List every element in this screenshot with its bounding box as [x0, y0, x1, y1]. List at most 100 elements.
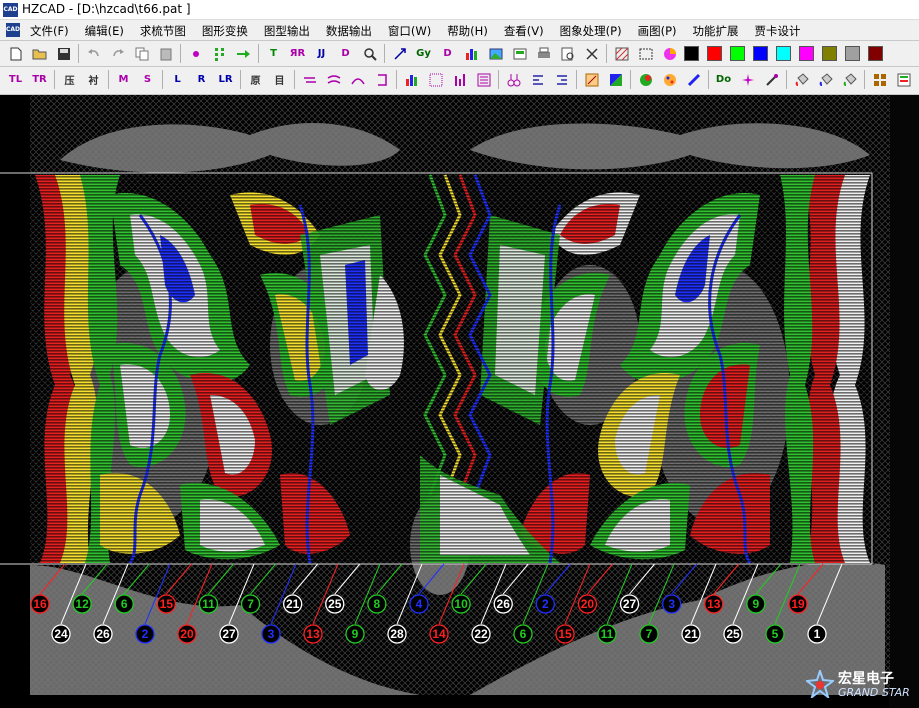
- tl-icon[interactable]: TL: [6, 70, 25, 89]
- m-icon[interactable]: M: [114, 70, 133, 89]
- pattern-icon[interactable]: [612, 44, 631, 63]
- fill-icon[interactable]: [684, 70, 703, 89]
- guide-number-bottom: 26: [96, 627, 110, 641]
- undo-icon[interactable]: [84, 44, 103, 63]
- open-folder-icon[interactable]: [30, 44, 49, 63]
- bucket-all-icon[interactable]: [840, 70, 859, 89]
- r-icon[interactable]: R: [192, 70, 211, 89]
- press-button[interactable]: 压: [60, 70, 79, 89]
- dotted-grid-icon[interactable]: [426, 70, 445, 89]
- menu-window[interactable]: 窗口(W): [388, 23, 431, 39]
- palette-icon[interactable]: [660, 70, 679, 89]
- menu-transform[interactable]: 图形变换: [202, 23, 248, 39]
- original-button[interactable]: 原: [246, 70, 265, 89]
- dot-icon[interactable]: [186, 44, 205, 63]
- menu-view[interactable]: 查看(V): [504, 23, 544, 39]
- s-icon[interactable]: S: [138, 70, 157, 89]
- color-swatch-cyan[interactable]: [776, 46, 791, 61]
- do-icon[interactable]: Do: [714, 70, 733, 89]
- print-icon[interactable]: [534, 44, 553, 63]
- copy-icon[interactable]: [132, 44, 151, 63]
- guide-number-top: 13: [707, 597, 721, 611]
- target-button[interactable]: 目: [270, 70, 289, 89]
- tile-icon[interactable]: [870, 70, 889, 89]
- lr-icon[interactable]: LR: [216, 70, 235, 89]
- sheet-icon[interactable]: [894, 70, 913, 89]
- menu-draw[interactable]: 画图(P): [638, 23, 677, 39]
- grand-star-logo: 宏星电子 GRAND STAR: [806, 668, 914, 704]
- guide-number-top: 27: [623, 597, 637, 611]
- tr-icon[interactable]: TR: [30, 70, 49, 89]
- paste-icon[interactable]: [156, 44, 175, 63]
- menu-help[interactable]: 帮助(H): [447, 23, 488, 39]
- system-menu-icon[interactable]: CAD: [6, 23, 20, 37]
- output-icon[interactable]: [510, 44, 529, 63]
- separator: [294, 70, 295, 89]
- color-swatch-green[interactable]: [730, 46, 745, 61]
- shift-arrow-icon[interactable]: [234, 44, 253, 63]
- dd-icon[interactable]: D: [336, 44, 355, 63]
- rr-icon[interactable]: ЯR: [288, 44, 307, 63]
- color-wheel-icon[interactable]: [660, 44, 679, 63]
- curve-icon[interactable]: [348, 70, 367, 89]
- redo-icon[interactable]: [108, 44, 127, 63]
- color-swatch-olive[interactable]: [822, 46, 837, 61]
- fit-icon[interactable]: [582, 44, 601, 63]
- register-icon[interactable]: [474, 70, 493, 89]
- color-swatch-magenta[interactable]: [799, 46, 814, 61]
- bar-stack-icon[interactable]: [450, 70, 469, 89]
- menu-graphic-output[interactable]: 图型输出: [264, 23, 310, 39]
- l-icon[interactable]: L: [168, 70, 187, 89]
- color-mix-icon[interactable]: [636, 70, 655, 89]
- bars-icon[interactable]: [402, 70, 421, 89]
- stitch-icon[interactable]: [582, 70, 601, 89]
- color-swatch-blue[interactable]: [753, 46, 768, 61]
- select-rect-icon[interactable]: [636, 44, 655, 63]
- menu-data-output[interactable]: 数据输出: [326, 23, 372, 39]
- separator: [396, 70, 397, 89]
- gy-icon[interactable]: Gy: [414, 44, 433, 63]
- menu-edit[interactable]: 编辑(E): [85, 23, 124, 39]
- color-swatch-red[interactable]: [707, 46, 722, 61]
- align-left-icon[interactable]: [528, 70, 547, 89]
- menu-extensions[interactable]: 功能扩展: [693, 23, 739, 39]
- grid-points-icon[interactable]: [210, 44, 229, 63]
- diagonal-fill-icon[interactable]: [606, 70, 625, 89]
- menu-jacquard[interactable]: 贾卡设计: [755, 23, 801, 39]
- new-file-icon[interactable]: [6, 44, 25, 63]
- zoom-icon[interactable]: [360, 44, 379, 63]
- color-swatch-black[interactable]: [684, 46, 699, 61]
- bucket-icon[interactable]: [792, 70, 811, 89]
- lining-button[interactable]: 衬: [84, 70, 103, 89]
- d-icon[interactable]: D: [438, 44, 457, 63]
- resize-icon[interactable]: [390, 44, 409, 63]
- guide-number-bottom: 22: [474, 627, 488, 641]
- design-canvas[interactable]: 16 12 6 15 11 7 21 25 8 4 10 26 2 20 27 3 13 9 19 24 26 2 20 27…: [0, 95, 919, 708]
- color-swatch-gray[interactable]: [845, 46, 860, 61]
- save-icon[interactable]: [54, 44, 73, 63]
- guide-number-bottom: 15: [558, 627, 572, 641]
- menu-file[interactable]: 文件(F): [30, 23, 69, 39]
- tt-icon[interactable]: T: [264, 44, 283, 63]
- guide-number-bottom: 9: [352, 627, 359, 641]
- bucket-replace-icon[interactable]: [816, 70, 835, 89]
- menu-lapping-chart[interactable]: 求梳节图: [140, 23, 186, 39]
- swap-arrows-icon[interactable]: [300, 70, 319, 89]
- align-right-icon[interactable]: [552, 70, 571, 89]
- jj-icon[interactable]: JJ: [312, 44, 331, 63]
- guide-number-bottom: 7: [646, 627, 653, 641]
- separator: [384, 44, 385, 63]
- bracket-icon[interactable]: [372, 70, 391, 89]
- wave-arrows-icon[interactable]: [324, 70, 343, 89]
- guide-number-bottom: 14: [432, 627, 446, 641]
- guide-number-bottom: 2: [142, 627, 149, 641]
- menu-image-processing[interactable]: 图象处理(P): [560, 23, 622, 39]
- preview-icon[interactable]: [558, 44, 577, 63]
- needles-icon[interactable]: [504, 70, 523, 89]
- color-swatch-maroon[interactable]: [868, 46, 883, 61]
- eyedropper-icon[interactable]: [762, 70, 781, 89]
- image-icon[interactable]: [486, 44, 505, 63]
- sparkle-icon[interactable]: [738, 70, 757, 89]
- bar-chart-icon[interactable]: [462, 44, 481, 63]
- separator: [630, 70, 631, 89]
